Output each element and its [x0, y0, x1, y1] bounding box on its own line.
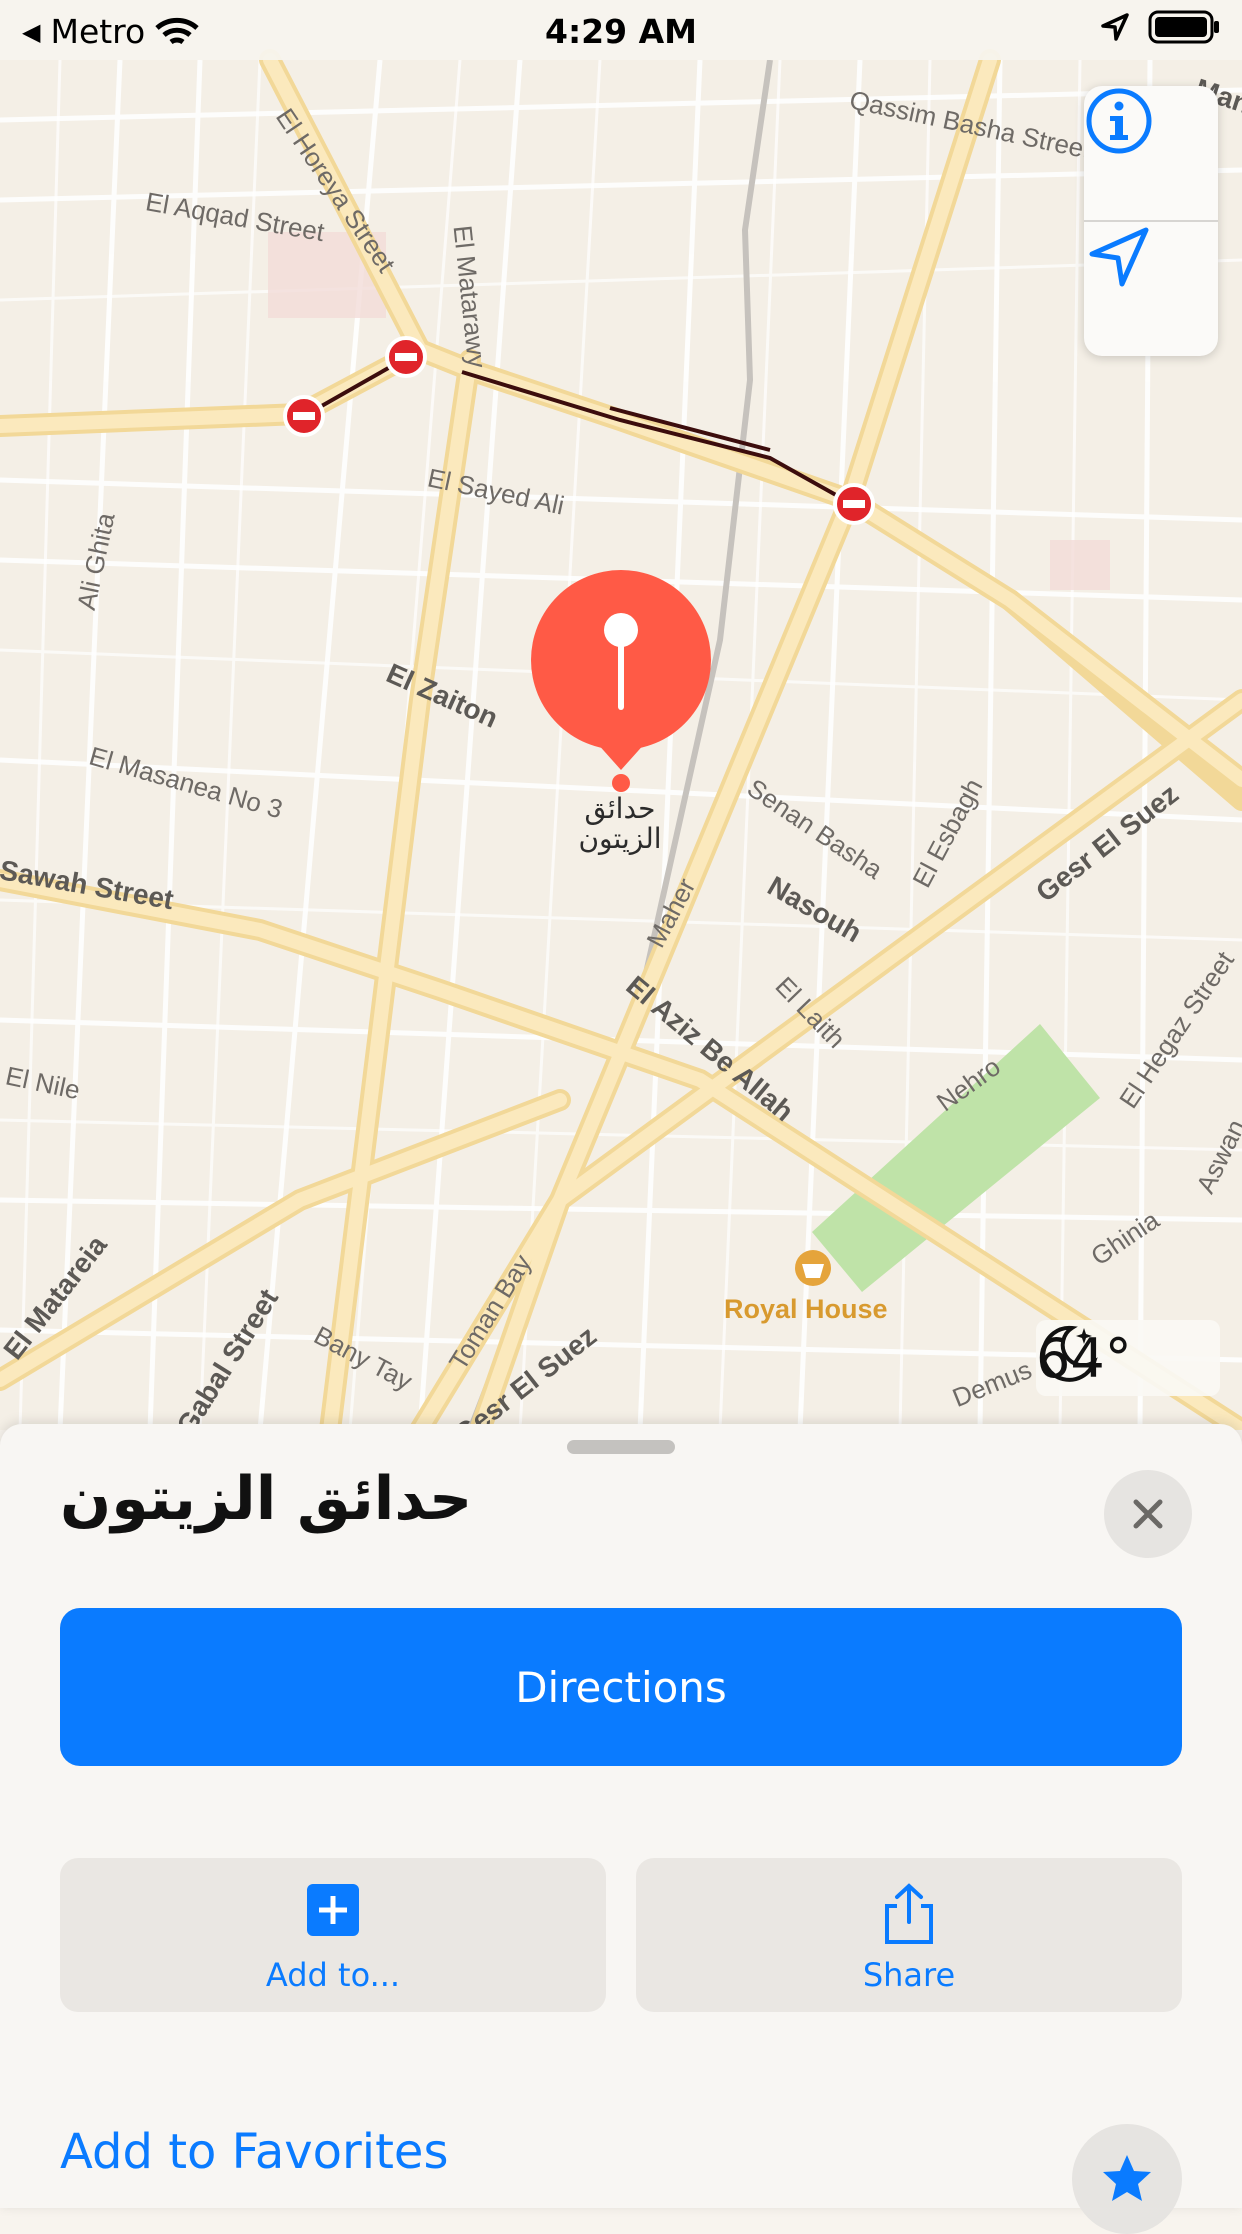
map-controls: [1084, 86, 1218, 356]
directions-button[interactable]: Directions: [60, 1608, 1182, 1766]
close-icon: [1133, 1499, 1163, 1529]
share-button[interactable]: Share: [636, 1858, 1182, 2012]
status-right: [1100, 10, 1220, 44]
info-icon: [1086, 88, 1152, 154]
location-services-icon: [1101, 13, 1129, 41]
add-to-button[interactable]: Add to...: [60, 1858, 606, 2012]
status-bar: ◀ Metro 4:29 AM: [0, 0, 1242, 60]
map-view[interactable]: Qassim Basha Street El Horeya Street El …: [0, 0, 1242, 1430]
plus-square-icon: [307, 1884, 359, 1936]
add-to-favorites-link[interactable]: Add to Favorites: [60, 2124, 448, 2180]
share-icon: [885, 1883, 933, 1944]
battery-icon: [1148, 10, 1219, 44]
place-title: حدائق الزيتون: [60, 1464, 473, 1534]
location-arrow-icon: [1089, 227, 1149, 287]
sheet-grabber[interactable]: [567, 1440, 675, 1454]
pin-label: حدائق الزيتون: [578, 792, 662, 855]
info-button[interactable]: [1084, 86, 1218, 220]
locate-button[interactable]: [1084, 222, 1218, 356]
weather-widget: 64°: [1036, 1320, 1220, 1396]
road-closure-icon: [283, 395, 325, 437]
shopping-basket-icon: [795, 1250, 831, 1286]
add-to-label: Add to...: [265, 1956, 401, 1994]
road-closure-icon: [385, 336, 427, 378]
close-button[interactable]: [1104, 1470, 1192, 1558]
favorite-button[interactable]: [1072, 2124, 1182, 2234]
share-label: Share: [862, 1956, 956, 1994]
road-closure-icon: [833, 483, 875, 525]
poi-label[interactable]: Royal House: [724, 1294, 888, 1325]
moon-icon: [1041, 1325, 1098, 1382]
clock: 4:29 AM: [545, 12, 697, 51]
place-card: حدائق الزيتون Directions Add to... Share…: [0, 1424, 1242, 2234]
star-icon: [1103, 2155, 1151, 2201]
